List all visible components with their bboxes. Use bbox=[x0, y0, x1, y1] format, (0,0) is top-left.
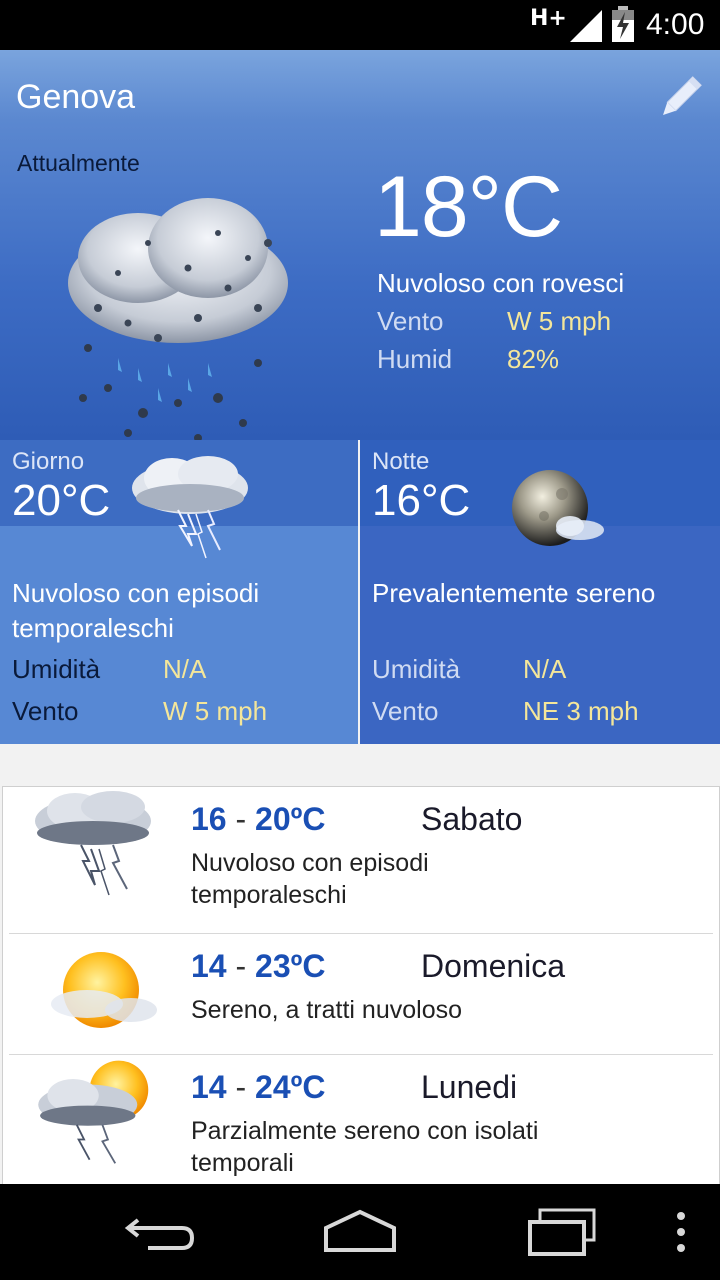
humidity-value: 82% bbox=[507, 344, 560, 374]
day-panel[interactable]: Giorno 20°C Nuvoloso con episodi tempora… bbox=[0, 440, 358, 744]
recent-apps-icon[interactable] bbox=[526, 1206, 598, 1258]
overflow-menu-icon[interactable] bbox=[674, 1206, 688, 1258]
wind-label: Vento bbox=[377, 306, 444, 336]
forecast-row[interactable]: 14 - 23ºC Domenica Sereno, a tratti nuvo… bbox=[9, 934, 713, 1054]
night-panel[interactable]: Notte 16°C Prevalentemente sereno Umidit… bbox=[360, 440, 720, 744]
night-condition: Prevalentemente sereno bbox=[372, 578, 656, 608]
current-conditions-panel: Genova Attualmente 18°C Nuvoloso con rov… bbox=[0, 50, 720, 481]
day-temperature: 20°C bbox=[12, 476, 111, 525]
sun-cloud-icon bbox=[51, 952, 157, 1028]
wind-value: W 5 mph bbox=[507, 306, 612, 336]
edit-pencil-icon[interactable] bbox=[654, 72, 706, 124]
forecast-condition: Parzialmente sereno con isolati temporal… bbox=[191, 1117, 539, 1177]
night-wind-value: NE 3 mph bbox=[523, 696, 639, 726]
forecast-day: Domenica bbox=[421, 948, 566, 984]
day-wind-value: W 5 mph bbox=[163, 696, 268, 726]
weather-app: Genova Attualmente 18°C Nuvoloso con rov… bbox=[0, 50, 720, 1184]
night-wind-label: Vento bbox=[372, 696, 439, 726]
status-bar: H+ 4:00 bbox=[0, 0, 720, 50]
day-period-label: Giorno bbox=[12, 448, 85, 475]
forecast-temperature-range: 14 - 23ºC bbox=[191, 948, 326, 984]
forecast-row[interactable]: 16 - 20ºC Sabato Nuvoloso con episodi te… bbox=[9, 787, 713, 933]
battery-icon bbox=[612, 6, 634, 42]
sun-thunderstorm-icon bbox=[38, 1060, 149, 1164]
current-temperature: 18°C bbox=[374, 159, 563, 255]
day-wind-label: Vento bbox=[12, 696, 79, 726]
thunderstorm-cloud-icon bbox=[132, 456, 248, 559]
forecast-list: 16 - 20ºC Sabato Nuvoloso con episodi te… bbox=[2, 786, 720, 1184]
network-type: H+ bbox=[530, 6, 567, 31]
forecast-day: Lunedi bbox=[421, 1069, 518, 1105]
day-condition: Nuvoloso con episodi temporaleschi bbox=[12, 578, 260, 643]
forecast-temperature-range: 16 - 20ºC bbox=[191, 801, 326, 837]
forecast-row[interactable]: 14 - 24ºC Lunedi Parzialmente sereno con… bbox=[9, 1055, 713, 1184]
forecast-temperature-range: 14 - 24ºC bbox=[191, 1069, 326, 1105]
current-condition: Nuvoloso con rovesci bbox=[377, 268, 625, 298]
forecast-condition: Nuvoloso con episodi temporaleschi bbox=[191, 849, 429, 909]
city-name[interactable]: Genova bbox=[16, 78, 135, 117]
back-icon[interactable] bbox=[124, 1206, 196, 1258]
home-icon[interactable] bbox=[322, 1206, 398, 1258]
night-temperature: 16°C bbox=[372, 476, 471, 525]
night-humidity-label: Umidità bbox=[372, 654, 461, 684]
forecast-day: Sabato bbox=[421, 801, 523, 837]
clock: 4:00 bbox=[646, 8, 705, 41]
day-humidity-value: N/A bbox=[163, 654, 207, 684]
signal-icon bbox=[570, 10, 602, 42]
night-period-label: Notte bbox=[372, 448, 430, 475]
night-humidity-value: N/A bbox=[523, 654, 567, 684]
day-humidity-label: Umidità bbox=[12, 654, 101, 684]
current-label: Attualmente bbox=[17, 150, 140, 176]
thunderstorm-cloud-icon bbox=[35, 791, 151, 896]
humidity-label: Humid bbox=[377, 344, 453, 374]
moon-cloud-icon bbox=[512, 470, 604, 546]
forecast-condition: Sereno, a tratti nuvoloso bbox=[191, 996, 462, 1024]
day-night-panel: Giorno 20°C Nuvoloso con episodi tempora… bbox=[0, 440, 720, 744]
navigation-bar bbox=[0, 1184, 720, 1280]
